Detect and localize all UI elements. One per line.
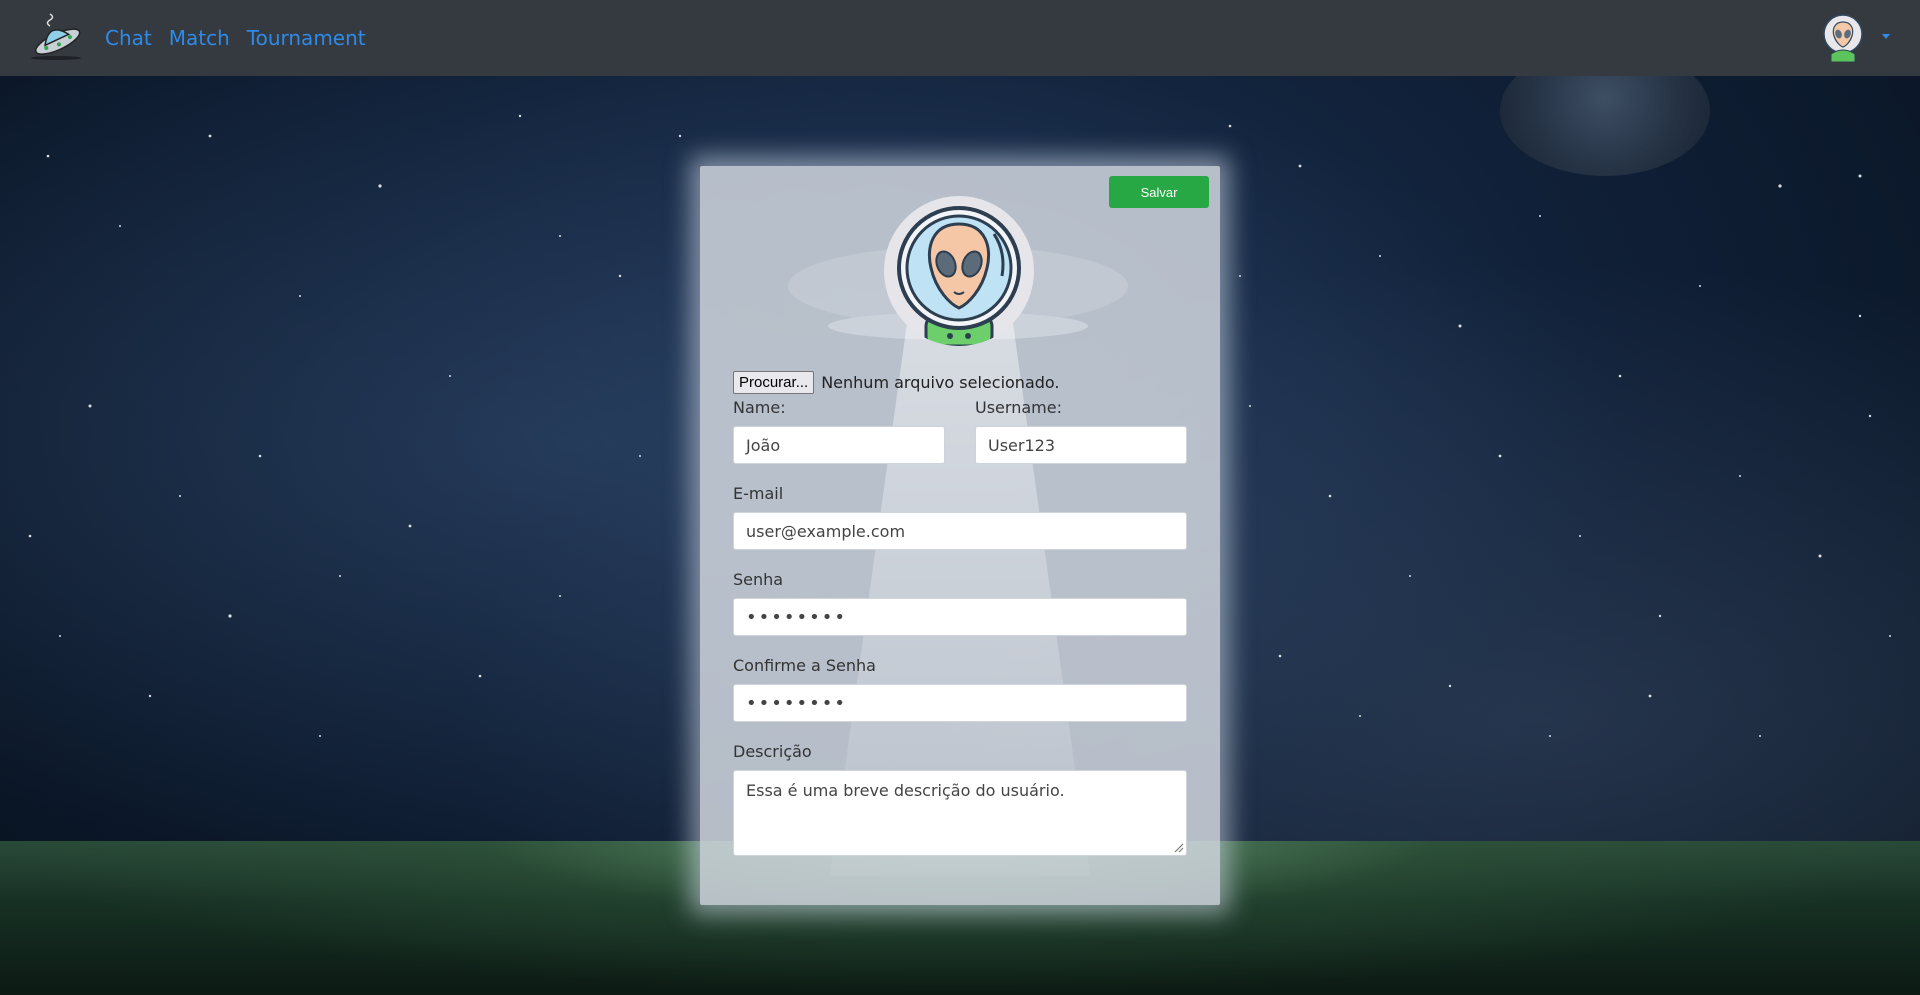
nav-link-chat[interactable]: Chat (105, 26, 152, 50)
ufo-logo-icon[interactable] (28, 12, 84, 62)
profile-picture (884, 196, 1034, 346)
confirm-password-input[interactable]: •••••••• (733, 684, 1187, 722)
email-input[interactable]: user@example.com (733, 512, 1187, 550)
description-text: Essa é uma breve descrição do usuário. (746, 781, 1065, 800)
profile-edit-card: Salvar Procurar... Nenhum arquivo seleci… (700, 166, 1220, 905)
password-input[interactable]: •••••••• (733, 598, 1187, 636)
email-label: E-mail (733, 484, 784, 503)
file-status-text: Nenhum arquivo selecionado. (821, 373, 1060, 392)
description-textarea[interactable]: Essa é uma breve descrição do usuário. (733, 770, 1187, 856)
save-button[interactable]: Salvar (1109, 176, 1209, 208)
password-label: Senha (733, 570, 784, 589)
file-upload: Procurar... Nenhum arquivo selecionado. (733, 371, 1060, 394)
name-label: Name: (733, 398, 786, 417)
nav-links: Chat Match Tournament (105, 0, 383, 76)
user-avatar-icon[interactable] (1821, 14, 1865, 62)
confirm-password-label: Confirme a Senha (733, 656, 876, 675)
nav-link-match[interactable]: Match (169, 26, 230, 50)
nav-link-tournament[interactable]: Tournament (247, 26, 366, 50)
resize-handle-icon[interactable] (1172, 841, 1184, 853)
dropdown-caret-icon[interactable] (1882, 34, 1890, 39)
username-label: Username: (975, 398, 1062, 417)
browse-file-button[interactable]: Procurar... (733, 371, 815, 394)
alien-astronaut-icon (897, 206, 1021, 346)
username-input[interactable]: User123 (975, 426, 1187, 464)
description-label: Descrição (733, 742, 812, 761)
name-input[interactable]: João (733, 426, 945, 464)
navbar: Chat Match Tournament (0, 0, 1920, 76)
